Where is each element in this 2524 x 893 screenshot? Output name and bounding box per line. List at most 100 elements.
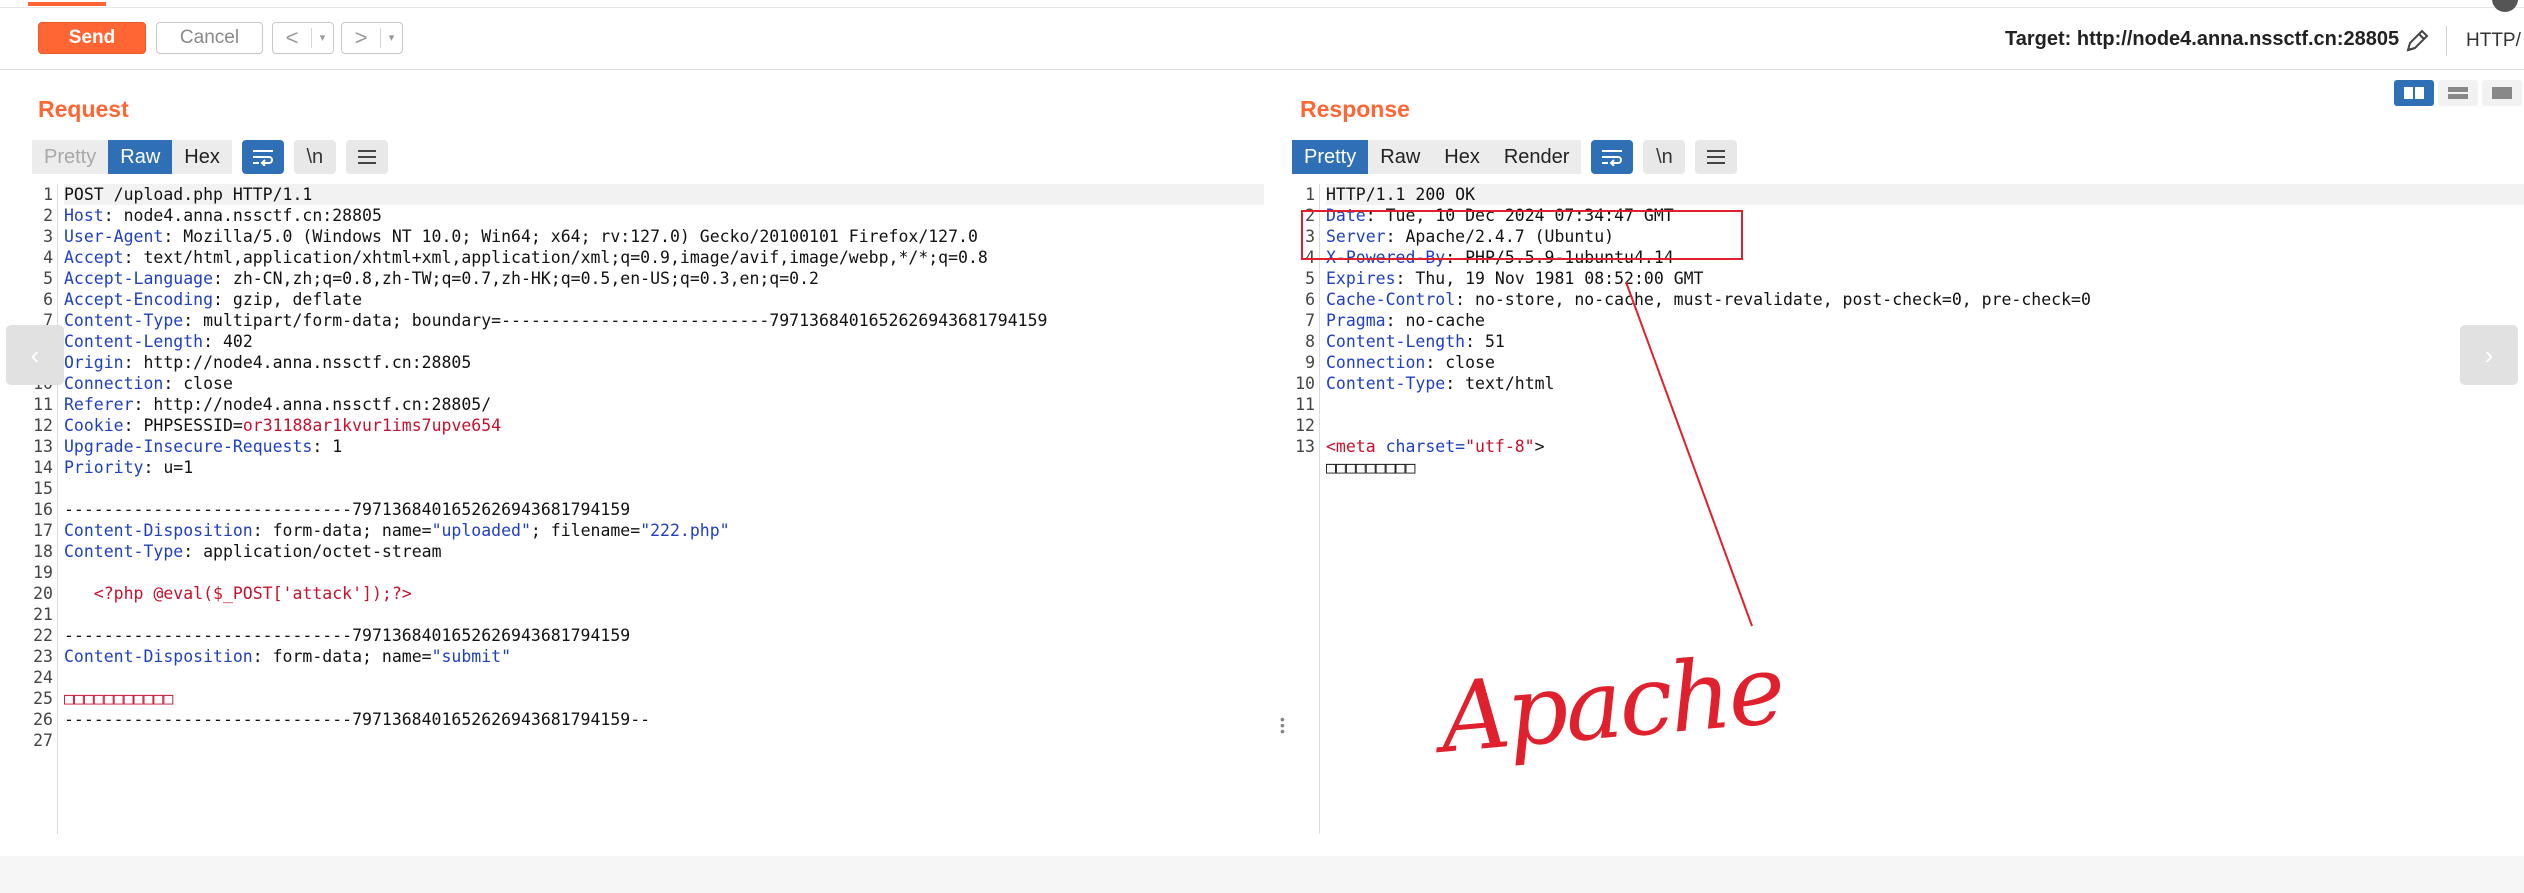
- response-tab-pretty[interactable]: Pretty: [1292, 140, 1369, 174]
- single-view-icon[interactable]: [2482, 80, 2522, 106]
- code-line: <meta charset="utf-8">: [1326, 436, 2524, 457]
- code-line: X-Powered-By: PHP/5.5.9-1ubuntu4.14: [1326, 247, 2524, 268]
- code-line: Connection: close: [1326, 352, 2524, 373]
- header-value: : gzip, deflate: [213, 290, 363, 309]
- line-number: 5: [43, 269, 53, 288]
- http-version-label[interactable]: HTTP/: [2466, 30, 2521, 52]
- header-value: : Mozilla/5.0 (Windows NT 10.0; Win64; x…: [163, 227, 978, 246]
- code-line: Content-Disposition: form-data; name="su…: [64, 646, 1264, 667]
- line-number: 11: [1295, 395, 1315, 414]
- response-tab-render[interactable]: Render: [1491, 140, 1582, 174]
- history-back-button[interactable]: < ▾: [272, 22, 334, 54]
- code-line: Content-Type: multipart/form-data; bound…: [64, 310, 1264, 331]
- word-wrap-icon[interactable]: [241, 140, 284, 174]
- body-text: □□□□□□□□□□□: [64, 689, 174, 708]
- header-name: Accept-Encoding: [64, 290, 214, 309]
- quoted-value: "submit": [431, 647, 512, 666]
- code-line: Upgrade-Insecure-Requests: 1: [64, 436, 1264, 457]
- request-code[interactable]: POST /upload.php HTTP/1.1 Host: node4.ann…: [60, 184, 1264, 834]
- previous-arrow-icon[interactable]: ‹: [6, 325, 64, 385]
- line-number: 1: [43, 185, 53, 204]
- show-newlines-button[interactable]: \n: [1643, 140, 1686, 174]
- header-value: : no-cache: [1385, 311, 1485, 330]
- line-number: 7: [1305, 311, 1315, 330]
- toolbar-divider: [2446, 26, 2447, 56]
- next-arrow-icon[interactable]: ›: [2460, 325, 2518, 385]
- header-name: Expires: [1326, 269, 1396, 288]
- header-name: Content-Length: [64, 332, 204, 351]
- request-editor[interactable]: 1234567891011121314151617181920212223242…: [28, 184, 1264, 834]
- response-view-tabs: Pretty Raw Hex Render \n: [1292, 140, 1738, 174]
- pencil-icon[interactable]: [2402, 26, 2432, 56]
- code-line: User-Agent: Mozilla/5.0 (Windows NT 10.0…: [64, 226, 1264, 247]
- request-tab-pretty[interactable]: Pretty: [32, 140, 109, 174]
- header-name: Pragma: [1326, 311, 1386, 330]
- header-value: : close: [1425, 353, 1495, 372]
- menu-icon[interactable]: [1695, 140, 1738, 174]
- header-value: : text/html,application/xhtml+xml,applic…: [123, 248, 988, 267]
- header-name: Connection: [1326, 353, 1426, 372]
- header-name: Date: [1326, 206, 1366, 225]
- html-attr: charset=: [1375, 437, 1466, 456]
- line-number: 16: [33, 500, 53, 519]
- header-value: : u=1: [143, 458, 194, 477]
- cancel-button[interactable]: Cancel: [156, 22, 263, 54]
- code-line: Connection: close: [64, 373, 1264, 394]
- line-number: 17: [33, 521, 53, 540]
- code-line: Date: Tue, 10 Dec 2024 07:34:47 GMT: [1326, 205, 2524, 226]
- line-number: 13: [1295, 437, 1315, 456]
- code-line: Accept-Encoding: gzip, deflate: [64, 289, 1264, 310]
- response-tab-hex[interactable]: Hex: [1432, 140, 1492, 174]
- line-number: 14: [33, 458, 53, 477]
- header-name: Cache-Control: [1326, 290, 1456, 309]
- line-number: 6: [1305, 290, 1315, 309]
- header-name: X-Powered-By: [1326, 248, 1446, 267]
- line-number: 3: [1305, 227, 1315, 246]
- horizontal-view-icon[interactable]: [2438, 80, 2478, 106]
- line-number: 18: [33, 542, 53, 561]
- code-line: -----------------------------79713684016…: [64, 499, 1264, 520]
- request-tab-hex[interactable]: Hex: [172, 140, 232, 174]
- response-tab-raw[interactable]: Raw: [1368, 140, 1433, 174]
- line-number: 21: [33, 605, 53, 624]
- code-line: Pragma: no-cache: [1326, 310, 2524, 331]
- header-value: : close: [163, 374, 233, 393]
- response-line-numbers: 1 2 3 4 5 6 7 8 9 10 11 12 13: [1290, 184, 1320, 834]
- line-number: 24: [33, 668, 53, 687]
- request-line-numbers: 1234567891011121314151617181920212223242…: [28, 184, 58, 834]
- pane-divider-handle[interactable]: • • •: [1280, 712, 1285, 738]
- response-pane-title: Response: [1300, 96, 1410, 122]
- chevron-down-icon[interactable]: ▾: [380, 28, 402, 48]
- code-line: □□□□□□□□□: [1326, 457, 2524, 478]
- code-line: Origin: http://node4.anna.nssctf.cn:2880…: [64, 352, 1264, 373]
- show-newlines-button[interactable]: \n: [293, 140, 336, 174]
- target-label: Target: http://node4.anna.nssctf.cn:2880…: [2005, 28, 2400, 50]
- send-button[interactable]: Send: [38, 22, 146, 54]
- line-number: 11: [33, 395, 53, 414]
- header-value: : 51: [1465, 332, 1505, 351]
- plain-text: -----------------------------79713684016…: [64, 710, 651, 729]
- code-line: Cache-Control: no-store, no-cache, must-…: [1326, 289, 2524, 310]
- line-number: 6: [43, 290, 53, 309]
- repeater-toolbar: Send Cancel < ▾ > ▾ Target: http://node4…: [0, 8, 2524, 70]
- code-line: Accept-Language: zh-CN,zh;q=0.8,zh-TW;q=…: [64, 268, 1264, 289]
- chevron-down-icon[interactable]: ▾: [311, 28, 333, 48]
- cookie-value: or31188ar1kvur1ims7upve654: [242, 416, 502, 435]
- split-view-icon[interactable]: [2394, 80, 2434, 106]
- code-line: Host: node4.anna.nssctf.cn:28805: [64, 205, 1264, 226]
- line-number: [1290, 457, 1315, 478]
- word-wrap-icon[interactable]: [1591, 140, 1634, 174]
- header-value: : http://node4.anna.nssctf.cn:28805: [123, 353, 472, 372]
- line-number: 5: [1305, 269, 1315, 288]
- history-forward-button[interactable]: > ▾: [341, 22, 403, 54]
- line-number: 19: [33, 563, 53, 582]
- header-value: : zh-CN,zh;q=0.8,zh-TW;q=0.7,zh-HK;q=0.5…: [213, 269, 819, 288]
- request-tab-raw[interactable]: Raw: [108, 140, 173, 174]
- menu-icon[interactable]: [345, 140, 388, 174]
- header-name: Priority: [64, 458, 144, 477]
- code-line: Cookie: PHPSESSID=or31188ar1kvur1ims7upv…: [64, 415, 1264, 436]
